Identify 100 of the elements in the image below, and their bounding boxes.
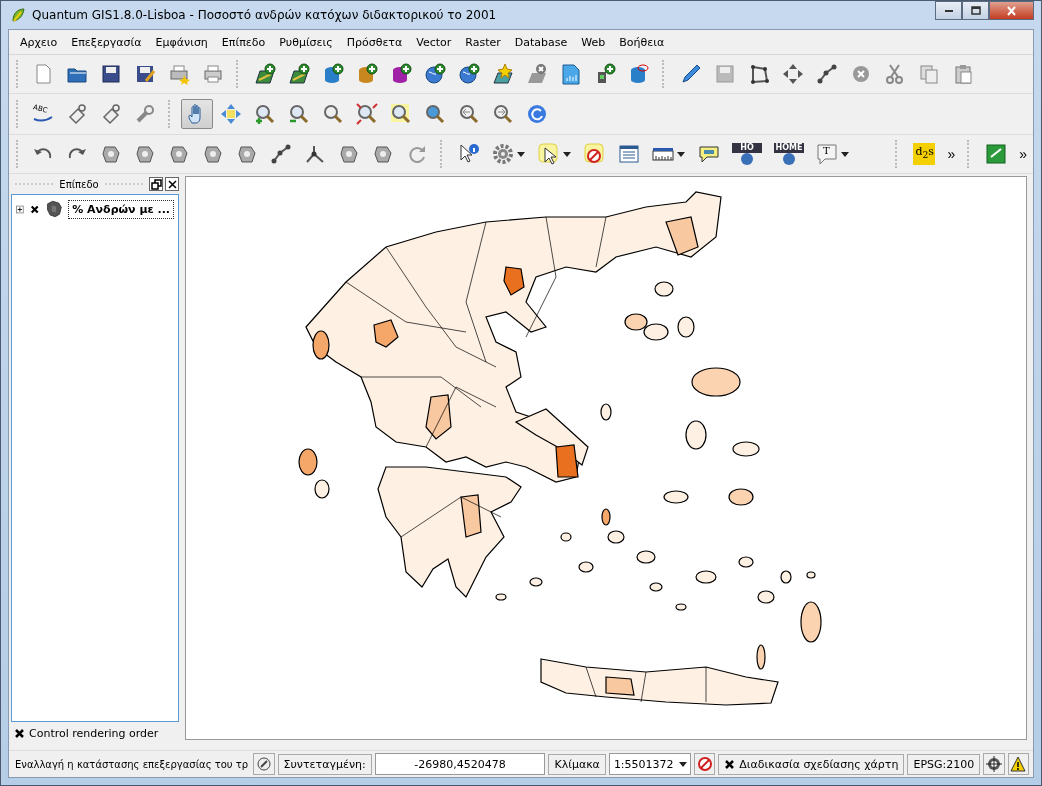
menu-item[interactable]: Web [574, 35, 613, 49]
text-bubble-button[interactable]: T [811, 139, 855, 169]
crs-button[interactable]: EPSG:2100 [907, 753, 981, 775]
globe-icon [741, 153, 753, 165]
checkbox[interactable] [14, 727, 25, 739]
menu-item[interactable]: Επεξεργασία [64, 35, 149, 49]
magnifier-minus-icon [288, 103, 310, 125]
circle-x-icon [850, 63, 872, 85]
menu-item[interactable]: Αρχειο [13, 35, 65, 49]
menu-item[interactable]: Επίπεδο [214, 35, 273, 49]
map-layer-plus-icon [288, 63, 310, 85]
clipboard-icon [952, 63, 974, 85]
magnifier-icon [322, 103, 344, 125]
magnifier-left-arrow-icon [458, 103, 480, 125]
magnifier-arrows-icon [356, 103, 378, 125]
magnifier-plus-icon [254, 103, 276, 125]
polygon-shape-icon [100, 143, 122, 165]
polygon-shape-icon [168, 143, 190, 165]
maximize-icon [968, 4, 983, 17]
globe-plus-icon [458, 63, 480, 85]
layer-x-icon [526, 63, 548, 85]
wrench-icon [134, 103, 156, 125]
window-title: Quantum GIS1.8.0-Lisboa - Ποσοστό ανδρών κατόχων διδακτορικού το 2001 [32, 8, 498, 22]
maximize-button[interactable] [962, 1, 989, 20]
magnifier-highlight-icon [390, 103, 412, 125]
panel-title: Επίπεδο [59, 178, 99, 190]
plugin-logo-icon [913, 143, 936, 165]
split-nodes-icon [304, 143, 326, 165]
coordinate-field[interactable]: -26980,4520478 [374, 753, 546, 775]
minimize-button[interactable] [935, 1, 962, 20]
file-chart-icon [560, 63, 582, 85]
caret-icon [677, 759, 688, 769]
home-globe-button[interactable]: HO [727, 139, 767, 169]
checkbox-label: Control rendering order [29, 726, 159, 740]
pencil-icon [680, 63, 702, 85]
polygon-shape-icon [134, 143, 156, 165]
polygon-shape-icon [372, 143, 394, 165]
nodes-icon [270, 143, 292, 165]
stop-render-button[interactable] [693, 753, 716, 775]
globe-plus-icon [424, 63, 446, 85]
close-icon [1004, 4, 1019, 17]
magnifier-right-arrow-icon [492, 103, 514, 125]
menu-item[interactable]: Raster [458, 35, 508, 49]
tag-icon [66, 103, 88, 125]
expand-icon[interactable] [16, 204, 24, 214]
polygon-shape-icon [202, 143, 224, 165]
projection-button[interactable] [983, 753, 1005, 775]
plugin-icon [985, 143, 1008, 165]
plugin-logo-button[interactable]: d$_{2}$s [908, 139, 941, 169]
home-globe-button[interactable]: HOME [769, 139, 809, 169]
cursor-info-icon [458, 143, 480, 165]
polygon-shape-icon [338, 143, 360, 165]
star-map-icon [492, 63, 514, 85]
printer-icon [202, 63, 224, 85]
globe-icon [783, 153, 795, 165]
curve-icon [33, 116, 53, 123]
menu-item[interactable]: Βοήθεια [612, 35, 672, 49]
floppy-disk-pencil-icon [134, 63, 156, 85]
copy-icon [918, 63, 940, 85]
hand-button[interactable] [181, 99, 213, 129]
checkbox[interactable] [724, 758, 736, 770]
nodes-icon [816, 63, 838, 85]
map-layer-plus-icon [254, 63, 276, 85]
visibility-checkbox[interactable] [29, 203, 40, 215]
layer-name[interactable]: % Ανδρών με ... [68, 199, 174, 219]
scale-combobox[interactable]: 1:5501372 [608, 753, 691, 775]
cursor-highlight-icon [538, 143, 560, 165]
four-arrows-icon [782, 63, 804, 85]
warning-button[interactable] [1007, 753, 1029, 775]
overflow-button[interactable]: » [1013, 146, 1033, 162]
coordinate-label: Συντεταγμένη: [277, 753, 372, 775]
text-bubble-icon [816, 143, 838, 165]
checkbox-label: Διαδικασία σχεδίασης χάρτη [739, 757, 899, 771]
menu-item[interactable]: Πρόσθετα [339, 35, 410, 49]
leaf-logo-icon [10, 7, 26, 23]
float-button[interactable] [149, 177, 163, 191]
menu-item[interactable]: Vector [409, 35, 459, 49]
scissors-icon [884, 63, 906, 85]
menu-item[interactable]: Ρυθμίσεις [272, 35, 340, 49]
polygon-nodes-icon [748, 63, 770, 85]
close-icon [166, 178, 178, 190]
polygon-shape-icon [236, 143, 258, 165]
tag-icon [100, 103, 122, 125]
menu-item[interactable]: Database [507, 35, 575, 49]
close-button[interactable] [165, 177, 179, 191]
menu-item[interactable]: Εμφάνιση [148, 35, 215, 49]
crosshair-globe-icon [985, 756, 1002, 772]
minimize-icon [944, 9, 953, 12]
float-icon [150, 178, 162, 190]
no-sign-icon [696, 756, 713, 772]
polygon-layer-icon [45, 199, 63, 219]
toggle-button[interactable] [253, 753, 275, 775]
printer-star-icon [168, 63, 190, 85]
table-icon [618, 143, 640, 165]
pencil-circle-icon [255, 756, 272, 772]
scale-label: Κλίμακα [548, 753, 606, 775]
gear-icon [492, 143, 514, 165]
overflow-button[interactable]: » [941, 146, 962, 162]
warning-icon [1010, 756, 1027, 772]
speech-bubble-icon [698, 143, 720, 165]
